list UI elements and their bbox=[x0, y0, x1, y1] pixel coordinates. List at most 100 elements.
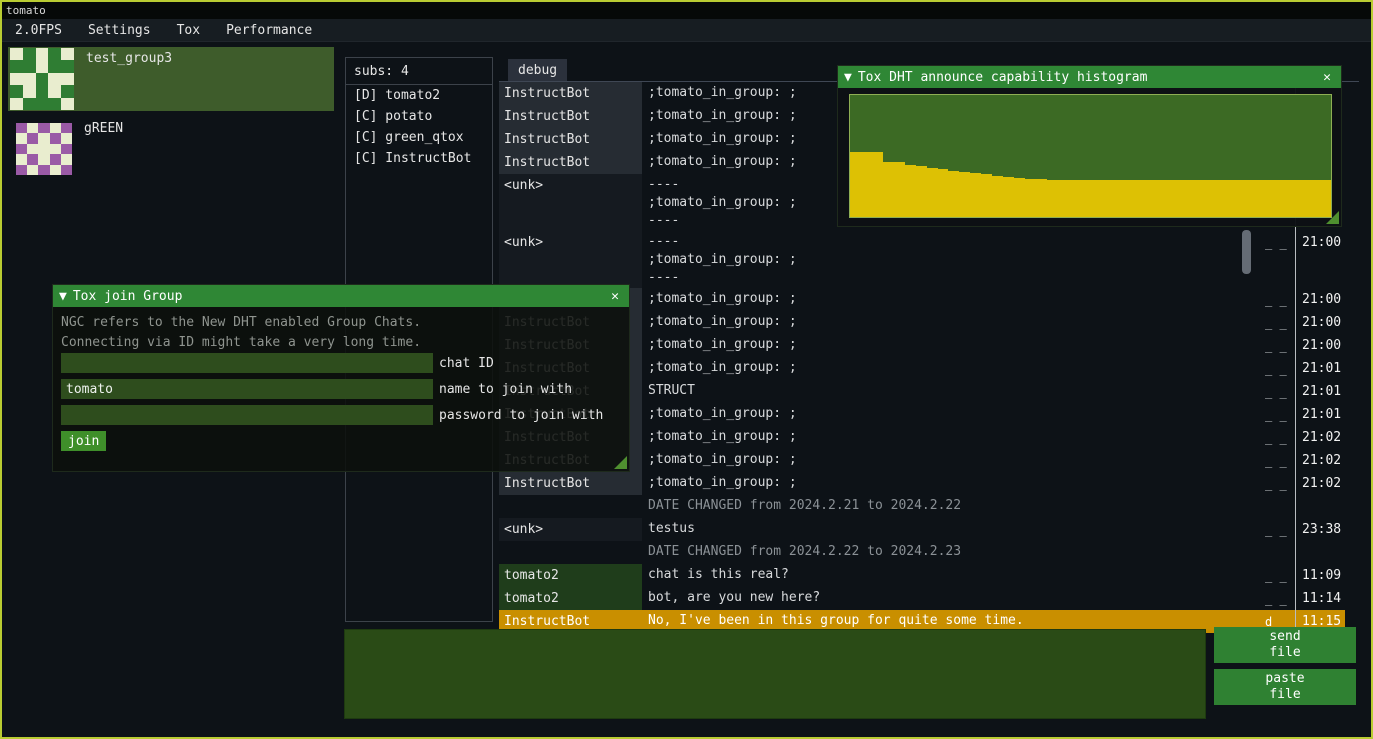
close-icon[interactable]: ✕ bbox=[607, 289, 623, 304]
message-status: _ _ bbox=[1261, 380, 1295, 403]
histogram-bar bbox=[927, 168, 938, 217]
histogram-bar bbox=[1167, 180, 1178, 217]
menu-item-performance[interactable]: Performance bbox=[213, 19, 325, 42]
histogram-bar bbox=[1200, 180, 1211, 217]
histogram-bar bbox=[1047, 180, 1058, 217]
message-time bbox=[1295, 541, 1345, 564]
message-sender: <unk> bbox=[499, 518, 642, 541]
join-password-input[interactable] bbox=[61, 405, 433, 425]
join-group-titlebar[interactable]: ▼ Tox join Group ✕ bbox=[53, 285, 629, 307]
chat-id-input[interactable] bbox=[61, 353, 433, 373]
histogram-bar bbox=[1156, 180, 1167, 217]
join-button[interactable]: join bbox=[61, 431, 106, 451]
join-name-label: name to join with bbox=[439, 382, 572, 397]
menu-item-tox[interactable]: Tox bbox=[164, 19, 213, 42]
message-text: ;tomato_in_group: ; bbox=[642, 288, 1261, 311]
dht-histogram-titlebar[interactable]: ▼ Tox DHT announce capability histogram … bbox=[838, 66, 1341, 88]
chat-message-row[interactable]: <unk>testus_ _23:38 bbox=[499, 518, 1345, 541]
chat-message-row[interactable]: tomato2bot, are you new here?_ _11:14 bbox=[499, 587, 1345, 610]
histogram-bar bbox=[1003, 177, 1014, 217]
message-time: 21:02 bbox=[1295, 426, 1345, 449]
chat-message-row[interactable]: tomato2chat is this real?_ _11:09 bbox=[499, 564, 1345, 587]
collapse-icon[interactable]: ▼ bbox=[844, 70, 852, 85]
message-status: _ _ bbox=[1261, 311, 1295, 334]
message-time: 21:00 bbox=[1295, 288, 1345, 311]
histogram-bar bbox=[905, 165, 916, 217]
histogram-bar bbox=[1178, 180, 1189, 217]
histogram-bar bbox=[959, 172, 970, 217]
histogram-bar bbox=[872, 152, 883, 217]
send-file-button[interactable]: send file bbox=[1214, 627, 1356, 663]
chat-scrollbar[interactable] bbox=[1242, 230, 1251, 274]
group-avatar bbox=[10, 48, 74, 110]
histogram-bar bbox=[1298, 180, 1309, 217]
group-list: test_group3 gREEN bbox=[8, 47, 334, 187]
histogram-bar bbox=[938, 169, 949, 217]
join-password-label: password to join with bbox=[439, 408, 603, 423]
histogram-bar bbox=[1025, 179, 1036, 217]
date-changed-text: DATE CHANGED from 2024.2.21 to 2024.2.22 bbox=[642, 495, 1261, 518]
message-status: _ _ bbox=[1261, 288, 1295, 311]
dht-histogram-plot bbox=[849, 94, 1332, 218]
message-text: ;tomato_in_group: ; bbox=[642, 403, 1261, 426]
menu-item-settings[interactable]: Settings bbox=[75, 19, 164, 42]
histogram-bar bbox=[1069, 180, 1080, 217]
paste-file-button[interactable]: paste file bbox=[1214, 669, 1356, 705]
message-text: ;tomato_in_group: ; bbox=[642, 357, 1261, 380]
message-text: ;tomato_in_group: ; bbox=[642, 472, 1261, 495]
join-info-line: NGC refers to the New DHT enabled Group … bbox=[61, 315, 421, 330]
group-item-test_group3[interactable]: test_group3 bbox=[8, 47, 334, 111]
chat-id-label: chat ID bbox=[439, 356, 494, 371]
tab-debug[interactable]: debug bbox=[508, 59, 567, 82]
message-text: chat is this real? bbox=[642, 564, 1261, 587]
collapse-icon[interactable]: ▼ bbox=[59, 289, 67, 304]
menu-bar: 2.0FPSSettingsToxPerformance bbox=[2, 19, 1371, 42]
window-titlebar[interactable]: tomato bbox=[2, 2, 1371, 19]
message-sender: InstructBot bbox=[499, 472, 642, 495]
message-status: _ _ bbox=[1261, 472, 1295, 495]
message-sender: InstructBot bbox=[499, 105, 642, 128]
histogram-bar bbox=[1058, 180, 1069, 217]
resize-grip[interactable] bbox=[614, 456, 627, 469]
histogram-bar bbox=[861, 152, 872, 217]
menu-item-fps[interactable]: 2.0FPS bbox=[2, 19, 75, 42]
histogram-bar bbox=[894, 162, 905, 217]
group-item-gREEN[interactable]: gREEN bbox=[8, 117, 334, 181]
message-sender: <unk> bbox=[499, 174, 642, 231]
message-sender: InstructBot bbox=[499, 151, 642, 174]
message-status: _ _ bbox=[1261, 518, 1295, 541]
message-time: 21:00 bbox=[1295, 311, 1345, 334]
message-time: 21:00 bbox=[1295, 231, 1345, 288]
histogram-bar bbox=[1134, 180, 1145, 217]
message-input[interactable] bbox=[344, 629, 1206, 719]
group-name: test_group3 bbox=[86, 51, 172, 66]
histogram-bar bbox=[1277, 180, 1288, 217]
histogram-bar bbox=[1145, 180, 1156, 217]
message-status: _ _ bbox=[1261, 449, 1295, 472]
member-item[interactable]: [C] green_qtox bbox=[346, 127, 492, 148]
chat-message-row[interactable]: InstructBot;tomato_in_group: ;_ _21:02 bbox=[499, 472, 1345, 495]
chat-message-row[interactable]: <unk>---- ;tomato_in_group: ; ----_ _21:… bbox=[499, 231, 1345, 288]
message-time: 21:01 bbox=[1295, 357, 1345, 380]
histogram-bar bbox=[1036, 179, 1047, 217]
member-item[interactable]: [D] tomato2 bbox=[346, 85, 492, 106]
histogram-bar bbox=[1080, 180, 1091, 217]
histogram-bar bbox=[1309, 180, 1320, 217]
message-text: ---- ;tomato_in_group: ; ---- bbox=[642, 231, 1261, 288]
join-name-input[interactable] bbox=[61, 379, 433, 399]
histogram-bar bbox=[1222, 180, 1233, 217]
histogram-bar bbox=[970, 173, 981, 217]
close-icon[interactable]: ✕ bbox=[1319, 70, 1335, 85]
message-text: ;tomato_in_group: ; bbox=[642, 311, 1261, 334]
member-item[interactable]: [C] InstructBot bbox=[346, 148, 492, 169]
message-sender: tomato2 bbox=[499, 564, 642, 587]
resize-grip[interactable] bbox=[1326, 211, 1339, 224]
histogram-bar bbox=[916, 166, 927, 217]
message-sender bbox=[499, 495, 642, 518]
histogram-bar bbox=[850, 152, 861, 217]
message-sender: <unk> bbox=[499, 231, 642, 288]
join-info-line: Connecting via ID might take a very long… bbox=[61, 335, 421, 350]
join-group-window: ▼ Tox join Group ✕ NGC refers to the New… bbox=[52, 284, 630, 472]
message-sender: InstructBot bbox=[499, 128, 642, 151]
member-item[interactable]: [C] potato bbox=[346, 106, 492, 127]
